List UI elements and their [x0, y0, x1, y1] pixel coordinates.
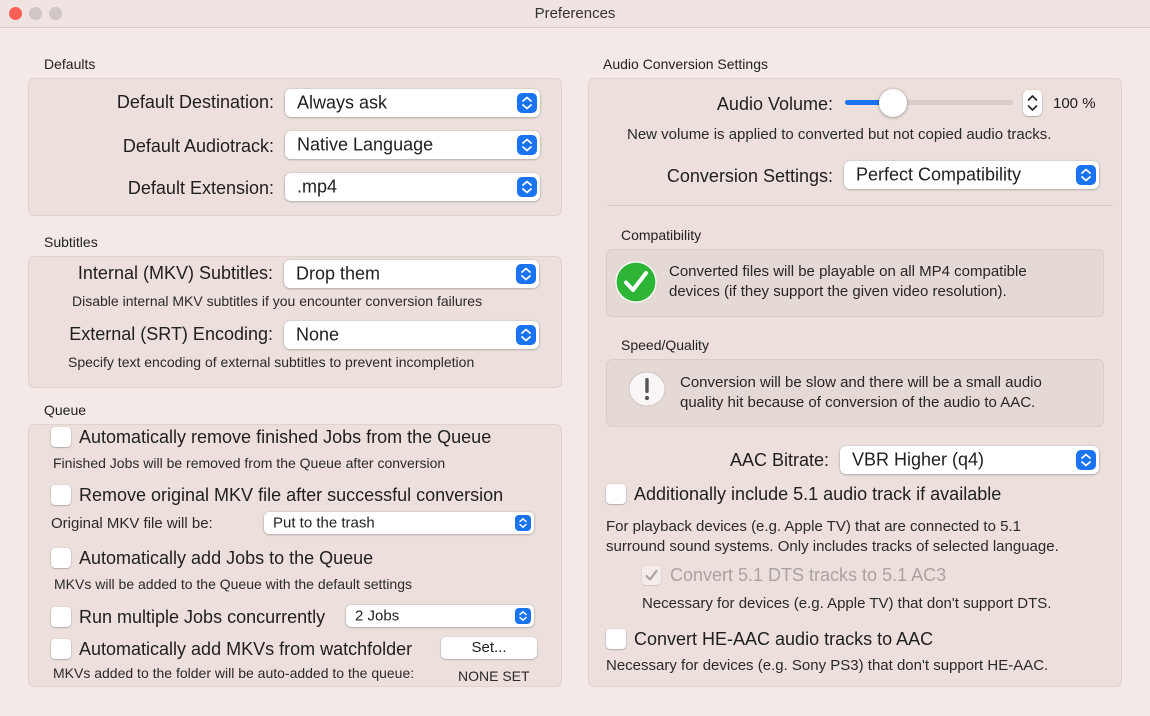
auto-add-label: Automatically add Jobs to the Queue — [79, 548, 374, 568]
watchfolder-label: Automatically add MKVs from watchfolder — [79, 639, 413, 659]
popup-chevrons-icon — [515, 515, 531, 531]
speed-quality-text-2: quality hit because of conversion of the… — [680, 394, 1036, 411]
aac-bitrate-popup[interactable]: VBR Higher (q4) — [840, 446, 1099, 474]
convert-dts-help: Necessary for devices (e.g. Apple TV) th… — [642, 595, 1052, 612]
defaults-section-title: Defaults — [44, 56, 96, 72]
popup-chevrons-icon — [517, 177, 537, 197]
speed-quality-title: Speed/Quality — [621, 337, 709, 353]
include-51-checkbox[interactable] — [606, 484, 626, 504]
popup-chevrons-icon — [1076, 450, 1096, 470]
concurrent-jobs-popup[interactable]: 2 Jobs — [346, 605, 534, 627]
concurrent-label: Run multiple Jobs concurrently — [79, 607, 326, 627]
concurrent-checkbox[interactable] — [51, 607, 71, 627]
concurrent-jobs-value: 2 Jobs — [355, 607, 400, 625]
internal-subtitles-value: Drop them — [296, 263, 381, 284]
audio-divider — [607, 205, 1113, 206]
popup-chevrons-icon — [515, 608, 531, 624]
include-51-label: Additionally include 5.1 audio track if … — [634, 484, 1002, 504]
external-encoding-label: External (SRT) Encoding: — [69, 324, 273, 344]
default-extension-label: Default Extension: — [127, 178, 274, 198]
include-51-help-1: For playback devices (e.g. Apple TV) tha… — [606, 518, 1021, 535]
watchfolder-set-button[interactable]: Set... — [441, 637, 537, 659]
default-extension-popup[interactable]: .mp4 — [285, 173, 540, 201]
subtitles-section-title: Subtitles — [44, 234, 98, 250]
compatibility-title: Compatibility — [621, 227, 702, 243]
auto-add-checkbox[interactable] — [51, 548, 71, 568]
external-encoding-help: Specify text encoding of external subtit… — [68, 354, 475, 370]
original-will-be-popup[interactable]: Put to the trash — [264, 512, 534, 534]
default-audiotrack-popup[interactable]: Native Language — [285, 131, 540, 159]
volume-stepper[interactable] — [1023, 90, 1042, 116]
aac-bitrate-value: VBR Higher (q4) — [852, 449, 985, 470]
convert-dts-checkbox[interactable] — [642, 566, 661, 585]
original-will-be-label: Original MKV file will be: — [51, 515, 213, 532]
warning-exclamation-icon — [627, 369, 667, 409]
default-destination-popup[interactable]: Always ask — [285, 89, 540, 117]
aac-bitrate-label: AAC Bitrate: — [729, 450, 829, 470]
conversion-settings-label: Conversion Settings: — [666, 166, 833, 186]
convert-heaac-help: Necessary for devices (e.g. Sony PS3) th… — [606, 657, 1049, 674]
internal-subtitles-label: Internal (MKV) Subtitles: — [77, 263, 273, 283]
popup-chevrons-icon — [516, 264, 536, 284]
convert-heaac-checkbox[interactable] — [606, 629, 626, 649]
green-check-icon — [615, 261, 657, 303]
default-extension-value: .mp4 — [297, 176, 338, 197]
speed-quality-text-1: Conversion will be slow and there will b… — [680, 374, 1042, 391]
external-encoding-popup[interactable]: None — [284, 321, 539, 349]
watchfolder-value: NONE SET — [458, 668, 530, 684]
popup-chevrons-icon — [517, 93, 537, 113]
volume-slider-knob[interactable] — [878, 89, 907, 117]
watchfolder-checkbox[interactable] — [51, 639, 71, 659]
include-51-help-2: surround sound systems. Only includes tr… — [606, 538, 1059, 555]
popup-chevrons-icon — [516, 325, 536, 345]
remove-original-label: Remove original MKV file after successfu… — [79, 485, 504, 505]
auto-remove-checkbox[interactable] — [51, 427, 71, 447]
conversion-settings-value: Perfect Compatibility — [856, 164, 1022, 185]
default-audiotrack-label: Default Audiotrack: — [122, 136, 274, 156]
audio-volume-label: Audio Volume: — [716, 94, 833, 114]
popup-chevrons-icon — [1076, 165, 1096, 185]
remove-original-checkbox[interactable] — [51, 485, 71, 505]
volume-value: 100 % — [1053, 95, 1096, 112]
watchfolder-help: MKVs added to the folder will be auto-ad… — [53, 665, 415, 681]
default-destination-label: Default Destination: — [116, 92, 274, 112]
audio-section-title: Audio Conversion Settings — [603, 56, 768, 72]
auto-remove-help: Finished Jobs will be removed from the Q… — [53, 455, 446, 471]
compatibility-text-1: Converted files will be playable on all … — [669, 263, 1027, 280]
original-will-be-value: Put to the trash — [273, 514, 375, 532]
auto-add-help: MKVs will be added to the Queue with the… — [54, 576, 412, 592]
conversion-settings-popup[interactable]: Perfect Compatibility — [844, 161, 1099, 189]
internal-subtitles-help: Disable internal MKV subtitles if you en… — [72, 293, 483, 309]
queue-section-title: Queue — [44, 402, 87, 418]
checkmark-icon — [645, 569, 658, 581]
internal-subtitles-popup[interactable]: Drop them — [284, 260, 539, 288]
compatibility-text-2: devices (if they support the given video… — [669, 283, 1007, 300]
external-encoding-value: None — [296, 324, 340, 345]
convert-heaac-label: Convert HE-AAC audio tracks to AAC — [634, 629, 934, 649]
window-title: Preferences — [534, 5, 616, 22]
auto-remove-label: Automatically remove finished Jobs from … — [79, 427, 492, 447]
default-destination-value: Always ask — [297, 92, 388, 113]
default-audiotrack-value: Native Language — [297, 134, 434, 155]
stepper-arrows-icon — [1027, 95, 1038, 111]
popup-chevrons-icon — [517, 135, 537, 155]
convert-dts-label: Convert 5.1 DTS tracks to 5.1 AC3 — [670, 565, 947, 585]
volume-help: New volume is applied to converted but n… — [627, 126, 1052, 143]
